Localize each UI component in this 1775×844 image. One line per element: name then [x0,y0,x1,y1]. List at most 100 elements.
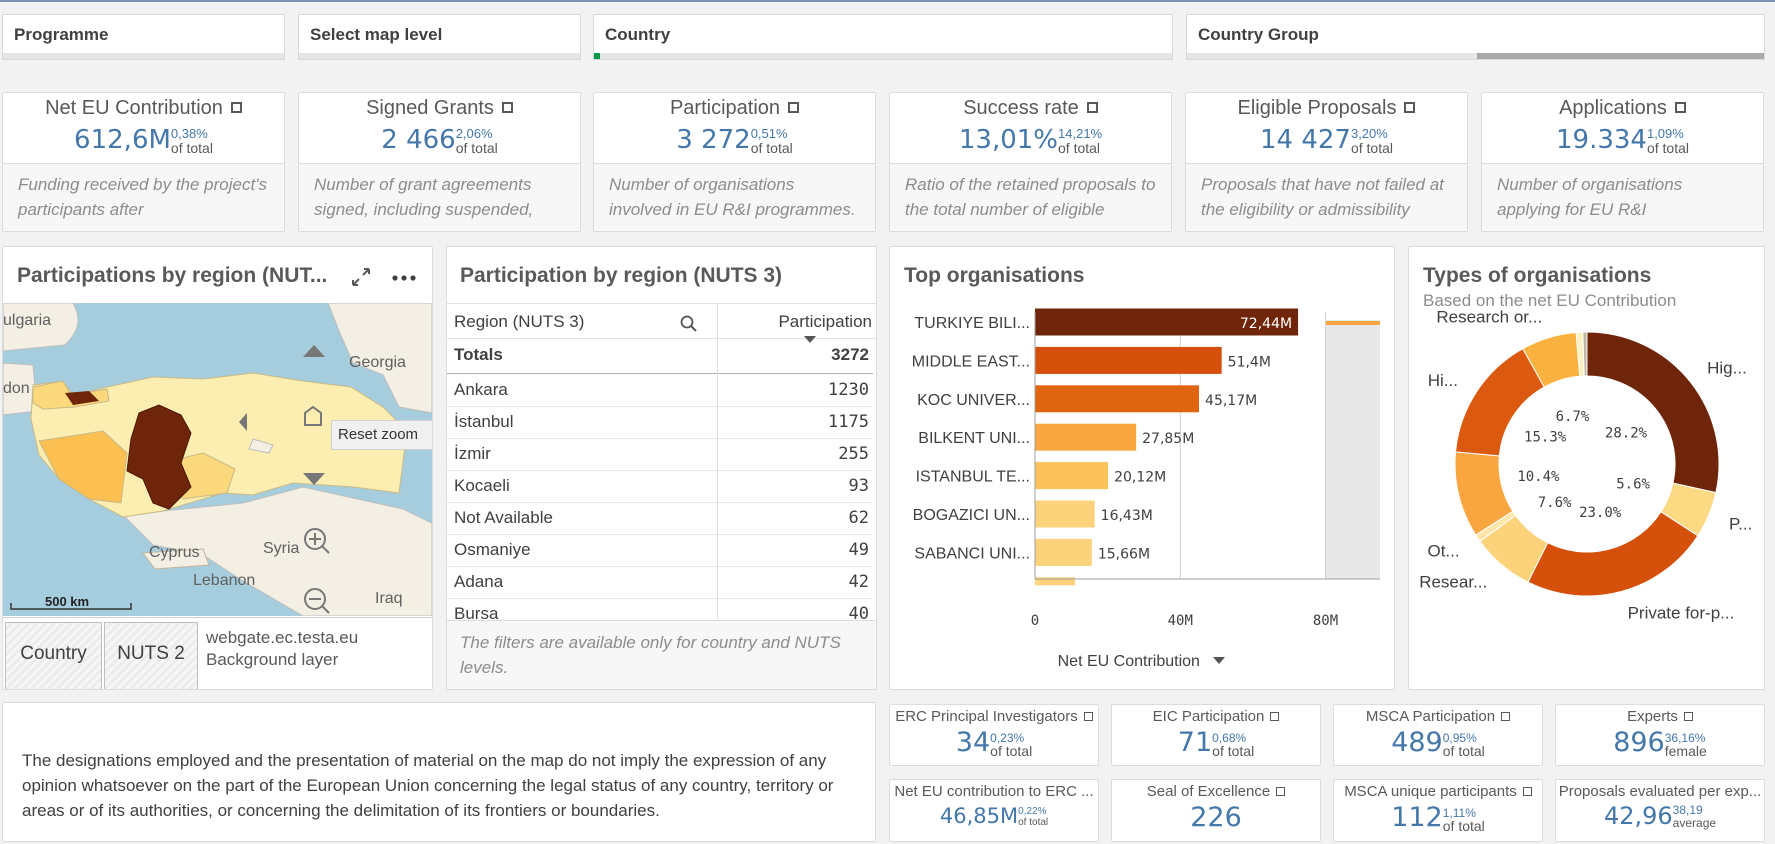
kpi-title: Proposals evaluated per exp... [1558,783,1762,800]
external-link-icon[interactable] [1086,102,1098,113]
external-link-icon[interactable] [1522,787,1532,796]
kpi-applications[interactable]: Applications 19.334 1,09% of total Number … [1481,92,1764,232]
kpi-seal-of-excellence[interactable]: Seal of Excellence 226 [1111,779,1321,842]
bar-category-label: ISTANBUL TE... [916,469,1030,486]
disclaimer-text: The designations employed and the presen… [22,751,834,820]
kpi-title: Experts [1627,708,1678,725]
region-cell: Adana [454,572,504,591]
column-header-participation[interactable]: Participation [778,312,872,332]
external-link-icon[interactable] [1083,712,1093,721]
filter-programme[interactable]: Programme [2,14,285,60]
kpi-subtext: of total [170,140,213,156]
totals-label: Totals [454,345,503,364]
bar-category-label: KOC UNIVER... [917,392,1030,409]
filter-state-bar [1187,53,1764,59]
region-cell: Bursa [454,604,499,621]
map-label-don: don [3,380,30,397]
table-row[interactable]: Osmaniye 49 [447,534,873,567]
external-link-icon[interactable] [1276,787,1286,796]
scroll-area [1325,320,1380,579]
table-row[interactable]: Not Available 62 [447,502,873,535]
external-link-icon[interactable] [1404,102,1416,113]
table-row[interactable]: İzmir 255 [447,438,873,471]
kpi-value: 19.334 [1555,125,1647,155]
kpi-value: 112 [1391,802,1443,833]
kpi-signed-grants[interactable]: Signed Grants 2 466 2,06% of total Number … [298,92,581,232]
map-canvas[interactable]: ulgaria Georgia don Cyprus Syria Lebanon… [3,303,432,616]
search-icon[interactable] [680,315,698,333]
kpi-proposals-evaluated-per-expert[interactable]: Proposals evaluated per exp... 42,96 38,1… [1555,779,1765,842]
external-link-icon[interactable] [1674,102,1686,113]
donut-slice [1527,511,1699,597]
table-row[interactable]: İstanbul 1175 [447,406,873,439]
external-link-icon[interactable] [501,102,513,113]
kpi-msca-unique-participants[interactable]: MSCA unique participants 112 1,11% of tota… [1333,779,1543,842]
slice-category-label: Resear... [1419,572,1487,591]
participation-cell: 42 [848,572,869,592]
kpi-subtext: of total [750,140,793,156]
bar-value-label: 20,12M [1114,470,1166,486]
kpi-msca-participation[interactable]: MSCA Participation 489 0,95% of total [1333,704,1543,766]
kpi-eligible-proposals[interactable]: Eligible Proposals 14 427 3,20% of total P… [1185,92,1468,232]
table-row[interactable]: Bursa 40 [447,598,873,621]
measure-label: Net EU Contribution [1057,653,1200,670]
filter-map-level[interactable]: Select map level [298,14,581,60]
slice-percent-label: 15.3% [1524,430,1567,446]
table-row[interactable]: Kocaeli 93 [447,470,873,503]
layer-nuts2[interactable]: NUTS 2 [104,622,198,689]
expand-icon[interactable] [349,265,373,289]
bar [1035,346,1222,374]
kpi-success-rate[interactable]: Success rate 13,01% 14,21% of total Ratio … [889,92,1172,232]
types-organisations-panel: Types of organisations Based on the net … [1408,246,1765,690]
external-link-icon[interactable] [230,102,242,113]
external-link-icon[interactable] [1270,712,1280,721]
kpi-eic-participation[interactable]: EIC Participation 71 0,68% of total [1111,704,1321,766]
external-link-icon[interactable] [1501,712,1511,721]
bar [1035,538,1092,566]
types-donut-chart[interactable]: 28.2% Hig... 5.6% P... 23.0% Private for-p...… [1409,307,1764,687]
region-cell: İstanbul [454,412,514,431]
bar-category-label: BILKENT UNI... [918,430,1030,447]
kpi-percent: 0,38% [170,126,208,141]
measure-selector[interactable]: Net EU Contribution [890,653,1394,671]
kpi-value: 13,01% [958,125,1059,155]
more-options-icon[interactable] [391,274,417,282]
filter-country-group[interactable]: Country Group [1186,14,1765,60]
map-source: webgate.ec.testa.eu [206,628,359,647]
kpi-value: 42,96 [1603,802,1673,830]
kpi-subtext: of total [1018,817,1049,828]
kpi-percent: 0,22% [1018,806,1047,817]
kpi-subtext: of total [455,140,498,156]
kpi-percent: 1,09% [1646,126,1684,141]
kpi-net-eu-contribution-erc[interactable]: Net EU contribution to ERC ... 46,85M 0,2… [889,779,1099,842]
region-cell: Ankara [454,380,508,399]
bar-category-label: MIDDLE EAST... [912,353,1030,370]
kpi-net-eu-contribution[interactable]: Net EU Contribution 612,6M 0,38% of total … [2,92,285,232]
layer-country[interactable]: Country [5,622,102,689]
kpi-value: 612,6M [74,125,171,155]
column-header-region[interactable]: Region (NUTS 3) [454,312,584,332]
external-link-icon[interactable] [1683,712,1693,721]
participation-cell: 255 [838,444,869,464]
kpi-value: 34 [955,727,991,758]
kpi-value: 2 466 [381,125,456,155]
x-tick-label: 0 [1031,613,1039,627]
table-row[interactable]: Ankara 1230 [447,374,873,407]
kpi-percent: 0,51% [750,126,788,141]
external-link-icon[interactable] [788,102,800,113]
kpi-title: Seal of Excellence [1146,783,1271,800]
filter-country[interactable]: Country [593,14,1173,60]
kpi-participation[interactable]: Participation 3 272 0,51% of total Number … [593,92,876,232]
kpi-description: Number of grant agreements signed, inclu… [299,163,580,231]
slice-percent-label: 23.0% [1579,505,1622,521]
top-orgs-chart[interactable]: 0 40M 80M TURKIYE BILI... 72,44M MIDDLE EAST.… [890,297,1394,627]
map-title: Participations by region (NUT... [17,264,328,287]
kpi-erc-principal-investigators[interactable]: ERC Principal Investigators 34 0,23% of to… [889,704,1099,766]
map-label-bulgaria: ulgaria [3,312,51,329]
table-row[interactable]: Adana 42 [447,566,873,599]
bar-category-label: BOGAZICI UN... [913,507,1030,524]
top-accent-line [0,0,1775,2]
kpi-experts[interactable]: Experts 896 36,16% female [1555,704,1765,766]
kpi-title: Success rate [963,97,1079,119]
filter-state-bar [3,53,284,59]
